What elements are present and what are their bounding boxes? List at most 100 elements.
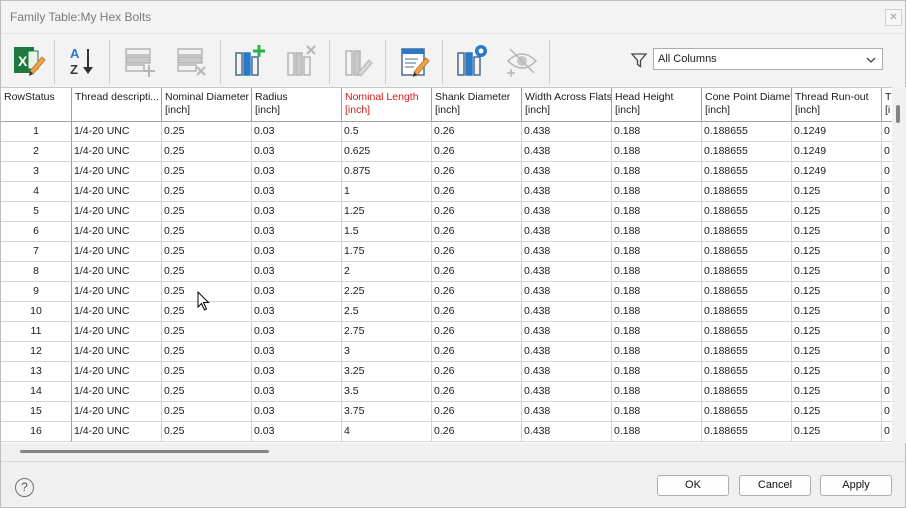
table-cell[interactable]: 0.25 [162, 222, 252, 242]
table-cell[interactable]: 2.5 [342, 302, 432, 322]
column-settings-button[interactable] [449, 40, 491, 82]
table-cell[interactable]: 0.188655 [702, 142, 792, 162]
delete-column-button[interactable] [279, 40, 321, 82]
table-cell[interactable]: 0.03 [252, 362, 342, 382]
table-cell[interactable]: 1/4-20 UNC [72, 142, 162, 162]
table-cell[interactable]: 0.26 [432, 422, 522, 442]
table-cell[interactable]: 0.03 [252, 382, 342, 402]
table-cell[interactable]: 0.26 [432, 302, 522, 322]
table-cell[interactable]: 0.03 [252, 422, 342, 442]
row-status-cell[interactable]: 12 [1, 342, 72, 362]
column-header[interactable]: RowStatus [1, 88, 72, 122]
vertical-scrollbar[interactable] [892, 87, 906, 443]
table-row[interactable]: 2 1/4-20 UNC 0.25 0.03 0.625 0.26 0.438 0.188 0.… [1, 142, 897, 162]
table-cell[interactable]: 0.03 [252, 222, 342, 242]
table-cell[interactable]: 0.5 [342, 122, 432, 142]
table-cell[interactable]: 0.188 [612, 262, 702, 282]
table-cell[interactable]: 1/4-20 UNC [72, 302, 162, 322]
table-cell[interactable]: 1/4-20 UNC [72, 322, 162, 342]
table-cell[interactable]: 1/4-20 UNC [72, 402, 162, 422]
table-cell[interactable]: 0.1249 [792, 162, 882, 182]
table-cell[interactable]: 0.188 [612, 382, 702, 402]
table-cell[interactable]: 0.25 [162, 242, 252, 262]
table-cell[interactable]: 1/4-20 UNC [72, 262, 162, 282]
table-cell[interactable]: 0.438 [522, 182, 612, 202]
table-cell[interactable]: 0.25 [162, 262, 252, 282]
table-cell[interactable]: 3.75 [342, 402, 432, 422]
table-cell[interactable]: 0.438 [522, 402, 612, 422]
table-row[interactable]: 8 1/4-20 UNC 0.25 0.03 2 0.26 0.438 0.188 0.1886… [1, 262, 897, 282]
table-cell[interactable]: 0.125 [792, 222, 882, 242]
table-cell[interactable]: 0.188 [612, 302, 702, 322]
table-cell[interactable]: 0.438 [522, 122, 612, 142]
table-cell[interactable]: 1/4-20 UNC [72, 182, 162, 202]
table-row[interactable]: 12 1/4-20 UNC 0.25 0.03 3 0.26 0.438 0.188 0.188… [1, 342, 897, 362]
table-cell[interactable]: 0.25 [162, 202, 252, 222]
table-cell[interactable]: 0.125 [792, 322, 882, 342]
table-cell[interactable]: 0.26 [432, 182, 522, 202]
apply-button[interactable]: Apply [820, 475, 892, 496]
table-cell[interactable]: 0.188 [612, 182, 702, 202]
table-cell[interactable]: 0.03 [252, 202, 342, 222]
table-cell[interactable]: 0.26 [432, 122, 522, 142]
table-cell[interactable]: 1/4-20 UNC [72, 222, 162, 242]
table-cell[interactable]: 1/4-20 UNC [72, 422, 162, 442]
table-cell[interactable]: 0.1249 [792, 142, 882, 162]
row-status-cell[interactable]: 7 [1, 242, 72, 262]
table-cell[interactable]: 0.188655 [702, 362, 792, 382]
table-cell[interactable]: 0.188655 [702, 382, 792, 402]
ok-button[interactable]: OK [657, 475, 729, 496]
table-cell[interactable]: 0.438 [522, 382, 612, 402]
table-cell[interactable]: 0.438 [522, 262, 612, 282]
horizontal-scroll-thumb[interactable] [20, 450, 269, 453]
table-cell[interactable]: 2 [342, 262, 432, 282]
table-row[interactable]: 1 1/4-20 UNC 0.25 0.03 0.5 0.26 0.438 0.188 0.18… [1, 122, 897, 142]
table-cell[interactable]: 0.1249 [792, 122, 882, 142]
table-row[interactable]: 11 1/4-20 UNC 0.25 0.03 2.75 0.26 0.438 0.188 0.… [1, 322, 897, 342]
row-status-cell[interactable]: 4 [1, 182, 72, 202]
table-cell[interactable]: 1/4-20 UNC [72, 202, 162, 222]
table-row[interactable]: 3 1/4-20 UNC 0.25 0.03 0.875 0.26 0.438 0.188 0.… [1, 162, 897, 182]
table-cell[interactable]: 0.03 [252, 162, 342, 182]
table-row[interactable]: 13 1/4-20 UNC 0.25 0.03 3.25 0.26 0.438 0.188 0.… [1, 362, 897, 382]
table-cell[interactable]: 0.26 [432, 262, 522, 282]
column-header[interactable]: Radius [inch] [252, 88, 342, 122]
table-cell[interactable]: 0.125 [792, 282, 882, 302]
table-cell[interactable]: 0.188 [612, 322, 702, 342]
table-cell[interactable]: 0.25 [162, 122, 252, 142]
table-row[interactable]: 15 1/4-20 UNC 0.25 0.03 3.75 0.26 0.438 0.188 0.… [1, 402, 897, 422]
table-cell[interactable]: 0.25 [162, 362, 252, 382]
table-cell[interactable]: 1.25 [342, 202, 432, 222]
table-cell[interactable]: 0.438 [522, 322, 612, 342]
table-cell[interactable]: 0.188 [612, 122, 702, 142]
table-cell[interactable]: 0.25 [162, 162, 252, 182]
table-cell[interactable]: 0.03 [252, 402, 342, 422]
table-cell[interactable]: 0.26 [432, 362, 522, 382]
table-cell[interactable]: 0.26 [432, 202, 522, 222]
table-cell[interactable]: 0.26 [432, 382, 522, 402]
title-bar[interactable]: Family Table:My Hex Bolts ✕ [1, 1, 905, 33]
add-row-button[interactable] [117, 40, 159, 82]
table-cell[interactable]: 0.438 [522, 302, 612, 322]
table-cell[interactable]: 2.75 [342, 322, 432, 342]
close-button[interactable]: ✕ [885, 9, 902, 26]
table-cell[interactable]: 0.26 [432, 222, 522, 242]
table-cell[interactable]: 0.438 [522, 282, 612, 302]
table-cell[interactable]: 0.25 [162, 342, 252, 362]
table-cell[interactable]: 0.125 [792, 302, 882, 322]
table-cell[interactable]: 0.188 [612, 142, 702, 162]
table-row[interactable]: 5 1/4-20 UNC 0.25 0.03 1.25 0.26 0.438 0.188 0.1… [1, 202, 897, 222]
table-cell[interactable]: 0.26 [432, 142, 522, 162]
row-status-cell[interactable]: 5 [1, 202, 72, 222]
table-cell[interactable]: 1/4-20 UNC [72, 122, 162, 142]
table-cell[interactable]: 0.26 [432, 282, 522, 302]
table-cell[interactable]: 0.25 [162, 182, 252, 202]
column-header[interactable]: Shank Diameter [inch] [432, 88, 522, 122]
table-cell[interactable]: 0.438 [522, 422, 612, 442]
add-column-button[interactable] [227, 40, 269, 82]
table-cell[interactable]: 0.25 [162, 322, 252, 342]
table-cell[interactable]: 0.875 [342, 162, 432, 182]
table-row[interactable]: 14 1/4-20 UNC 0.25 0.03 3.5 0.26 0.438 0.188 0.1… [1, 382, 897, 402]
table-cell[interactable]: 0.125 [792, 362, 882, 382]
cancel-button[interactable]: Cancel [739, 475, 811, 496]
